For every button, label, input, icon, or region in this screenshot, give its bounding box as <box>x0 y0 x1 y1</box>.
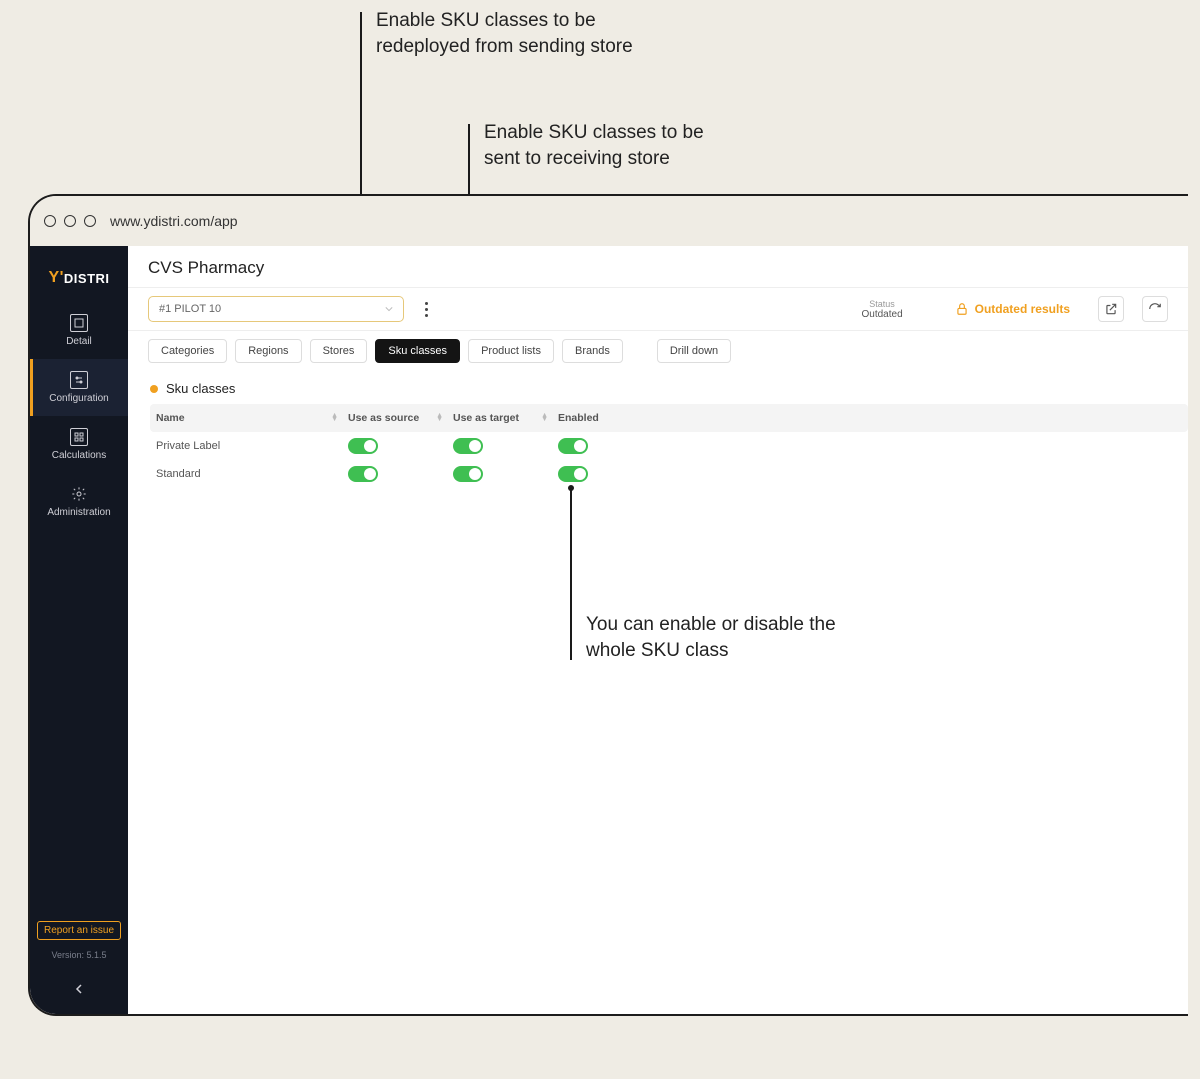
report-issue-button[interactable]: Report an issue <box>37 921 121 940</box>
header-enabled-text: Enabled <box>558 412 599 424</box>
version-text: Version: 5.1.5 <box>51 950 106 960</box>
kebab-menu[interactable] <box>416 302 436 317</box>
tab-brands[interactable]: Brands <box>562 339 623 363</box>
section-title: Sku classes <box>128 371 1188 404</box>
toggle-enabled[interactable] <box>558 466 588 482</box>
header-source-text: Use as source <box>348 412 419 424</box>
logo-rest: DISTRI <box>64 271 110 286</box>
sidebar-item-calculations[interactable]: Calculations <box>30 416 128 473</box>
toggle-source[interactable] <box>348 466 378 482</box>
sidebar-item-label: Configuration <box>49 393 108 404</box>
traffic-lights <box>44 215 96 227</box>
tab-sku-classes[interactable]: Sku classes <box>375 339 460 363</box>
sort-icon: ▲▼ <box>541 414 548 422</box>
browser-url: www.ydistri.com/app <box>110 213 238 229</box>
table-header: Name ▲▼ Use as source ▲▼ Use as target ▲… <box>150 404 1188 432</box>
row-name: Standard <box>150 468 348 480</box>
toolbar: #1 PILOT 10 Status Outdated Outdated res… <box>128 288 1188 331</box>
chevron-down-icon <box>385 305 393 313</box>
pilot-selector-value: #1 PILOT 10 <box>159 303 221 315</box>
page-title: CVS Pharmacy <box>128 246 1188 288</box>
tab-stores[interactable]: Stores <box>310 339 368 363</box>
toggle-target[interactable] <box>453 438 483 454</box>
lock-icon <box>955 302 969 316</box>
sidebar-item-label: Detail <box>66 336 92 347</box>
bullet-icon <box>150 385 158 393</box>
sidebar-item-label: Calculations <box>52 450 106 461</box>
outdated-label: Outdated results <box>975 302 1070 316</box>
toggle-enabled[interactable] <box>558 438 588 454</box>
sort-icon: ▲▼ <box>436 414 443 422</box>
header-enabled[interactable]: Enabled <box>558 412 678 424</box>
table-row: Private Label <box>150 432 1188 460</box>
logo-prefix: Y' <box>48 269 63 287</box>
tab-product-lists[interactable]: Product lists <box>468 339 554 363</box>
refresh-button[interactable] <box>1142 296 1168 322</box>
header-name[interactable]: Name ▲▼ <box>150 412 348 424</box>
configuration-icon <box>70 371 88 389</box>
header-name-text: Name <box>156 412 185 424</box>
header-use-as-source[interactable]: Use as source ▲▼ <box>348 412 453 424</box>
open-external-button[interactable] <box>1098 296 1124 322</box>
section-title-text: Sku classes <box>166 381 235 396</box>
toggle-source[interactable] <box>348 438 378 454</box>
outdated-results-badge: Outdated results <box>945 298 1080 320</box>
annotation-target: Enable SKU classes to be sent to receivi… <box>484 120 744 171</box>
row-name: Private Label <box>150 440 348 452</box>
gear-icon <box>70 485 88 503</box>
sidebar: Y'DISTRI Detail Configuration Calculatio… <box>30 246 128 1014</box>
traffic-max-icon[interactable] <box>84 215 96 227</box>
sort-icon: ▲▼ <box>331 414 338 422</box>
table-row: Standard <box>150 460 1188 488</box>
tab-drill-down[interactable]: Drill down <box>657 339 731 363</box>
annotation-source: Enable SKU classes to be redeployed from… <box>376 8 636 59</box>
browser-titlebar: www.ydistri.com/app <box>30 196 1188 246</box>
app-logo: Y'DISTRI <box>30 260 128 296</box>
detail-icon <box>70 314 88 332</box>
header-use-as-target[interactable]: Use as target ▲▼ <box>453 412 558 424</box>
tab-regions[interactable]: Regions <box>235 339 301 363</box>
tab-categories[interactable]: Categories <box>148 339 227 363</box>
traffic-min-icon[interactable] <box>64 215 76 227</box>
header-target-text: Use as target <box>453 412 519 424</box>
sidebar-item-detail[interactable]: Detail <box>30 302 128 359</box>
status-label: Status <box>869 299 895 309</box>
annotation-enabled: You can enable or disable the whole SKU … <box>586 612 846 663</box>
status-block: Status Outdated <box>861 299 902 320</box>
traffic-close-icon[interactable] <box>44 215 56 227</box>
external-link-icon <box>1104 302 1118 316</box>
sku-classes-table: Name ▲▼ Use as source ▲▼ Use as target ▲… <box>150 404 1188 488</box>
sidebar-item-label: Administration <box>47 507 110 518</box>
pilot-selector[interactable]: #1 PILOT 10 <box>148 296 404 322</box>
sidebar-item-configuration[interactable]: Configuration <box>30 359 128 416</box>
refresh-icon <box>1148 302 1162 316</box>
sidebar-item-administration[interactable]: Administration <box>30 473 128 530</box>
calculations-icon <box>70 428 88 446</box>
collapse-sidebar-button[interactable] <box>66 976 92 1002</box>
toggle-target[interactable] <box>453 466 483 482</box>
status-value: Outdated <box>861 309 902 320</box>
browser-window: www.ydistri.com/app Y'DISTRI Detail Conf… <box>28 194 1188 1016</box>
tab-row: Categories Regions Stores Sku classes Pr… <box>128 331 1188 371</box>
chevron-left-icon <box>74 984 84 994</box>
